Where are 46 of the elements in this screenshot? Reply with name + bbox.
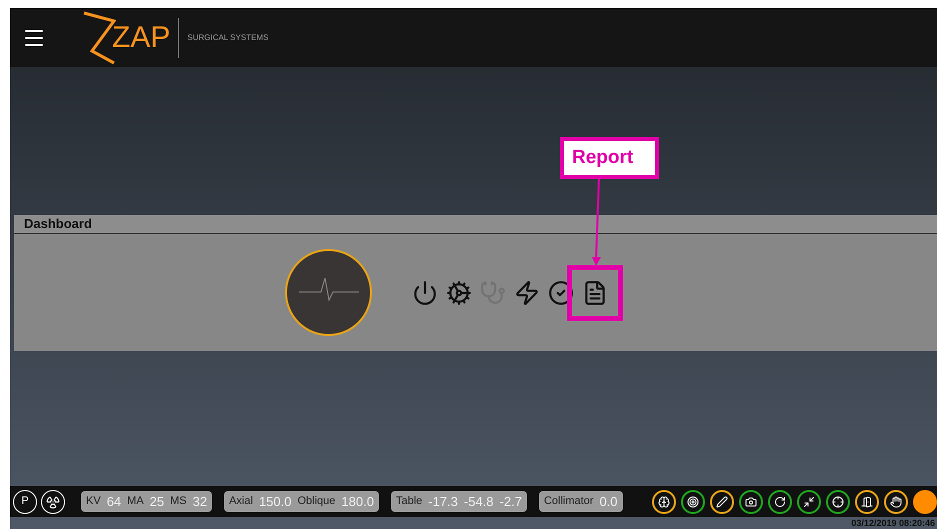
readout-value: 32 (192, 492, 208, 511)
readout-value: 150.0 (258, 492, 292, 511)
logo-text: ZAP (112, 22, 170, 52)
readout-value: -17.3 (428, 492, 458, 511)
readout-label: MS (170, 494, 187, 510)
radiation-button[interactable] (41, 490, 65, 514)
bolt-icon[interactable] (514, 280, 540, 306)
readout-value: 25 (150, 492, 164, 511)
door-icon (860, 496, 873, 508)
readout-label: Axial (229, 494, 253, 510)
readout-label: Oblique (297, 494, 336, 510)
probe-status-button[interactable] (710, 490, 734, 514)
brain-icon (658, 496, 670, 508)
crosshair-icon (832, 496, 844, 508)
mode-button[interactable]: P (13, 490, 37, 514)
arrows-icon (802, 496, 815, 508)
readout-label: KV (86, 494, 101, 510)
panel-title: Dashboard (24, 215, 92, 234)
report-callout: Report (560, 137, 659, 179)
readout-label: Table (396, 494, 422, 510)
readout-value: -2.7 (500, 492, 522, 511)
readout-value: -54.8 (464, 492, 494, 511)
radiation-icon (46, 494, 60, 508)
rotate-status-button[interactable] (768, 490, 792, 514)
readout-label: MA (127, 494, 144, 510)
target-icon (686, 496, 699, 508)
logo-tagline: SURGICAL SYSTEMS (187, 32, 268, 44)
check-icon[interactable] (548, 280, 574, 306)
settings-icon[interactable] (446, 280, 472, 306)
camera-status-button[interactable] (738, 490, 763, 514)
readout-value: 64 (106, 492, 122, 511)
pen-icon (716, 496, 728, 508)
camera-icon (744, 496, 757, 508)
hand-status-button[interactable] (884, 490, 908, 514)
hand-icon (890, 496, 902, 508)
power-icon[interactable] (412, 280, 438, 306)
readout-label: Collimator (544, 494, 594, 510)
readout-value: 180.0 (341, 492, 374, 511)
door-status-button[interactable] (854, 490, 879, 514)
rotate-icon (774, 496, 786, 508)
readout-value: 0.0 (599, 492, 618, 511)
head-status-button[interactable] (652, 490, 676, 514)
target-status-button[interactable] (680, 490, 705, 514)
timestamp: 03/12/2019 08:20:46 (851, 518, 935, 528)
align-status-button[interactable] (826, 490, 850, 514)
couch-status-button[interactable] (796, 490, 821, 514)
